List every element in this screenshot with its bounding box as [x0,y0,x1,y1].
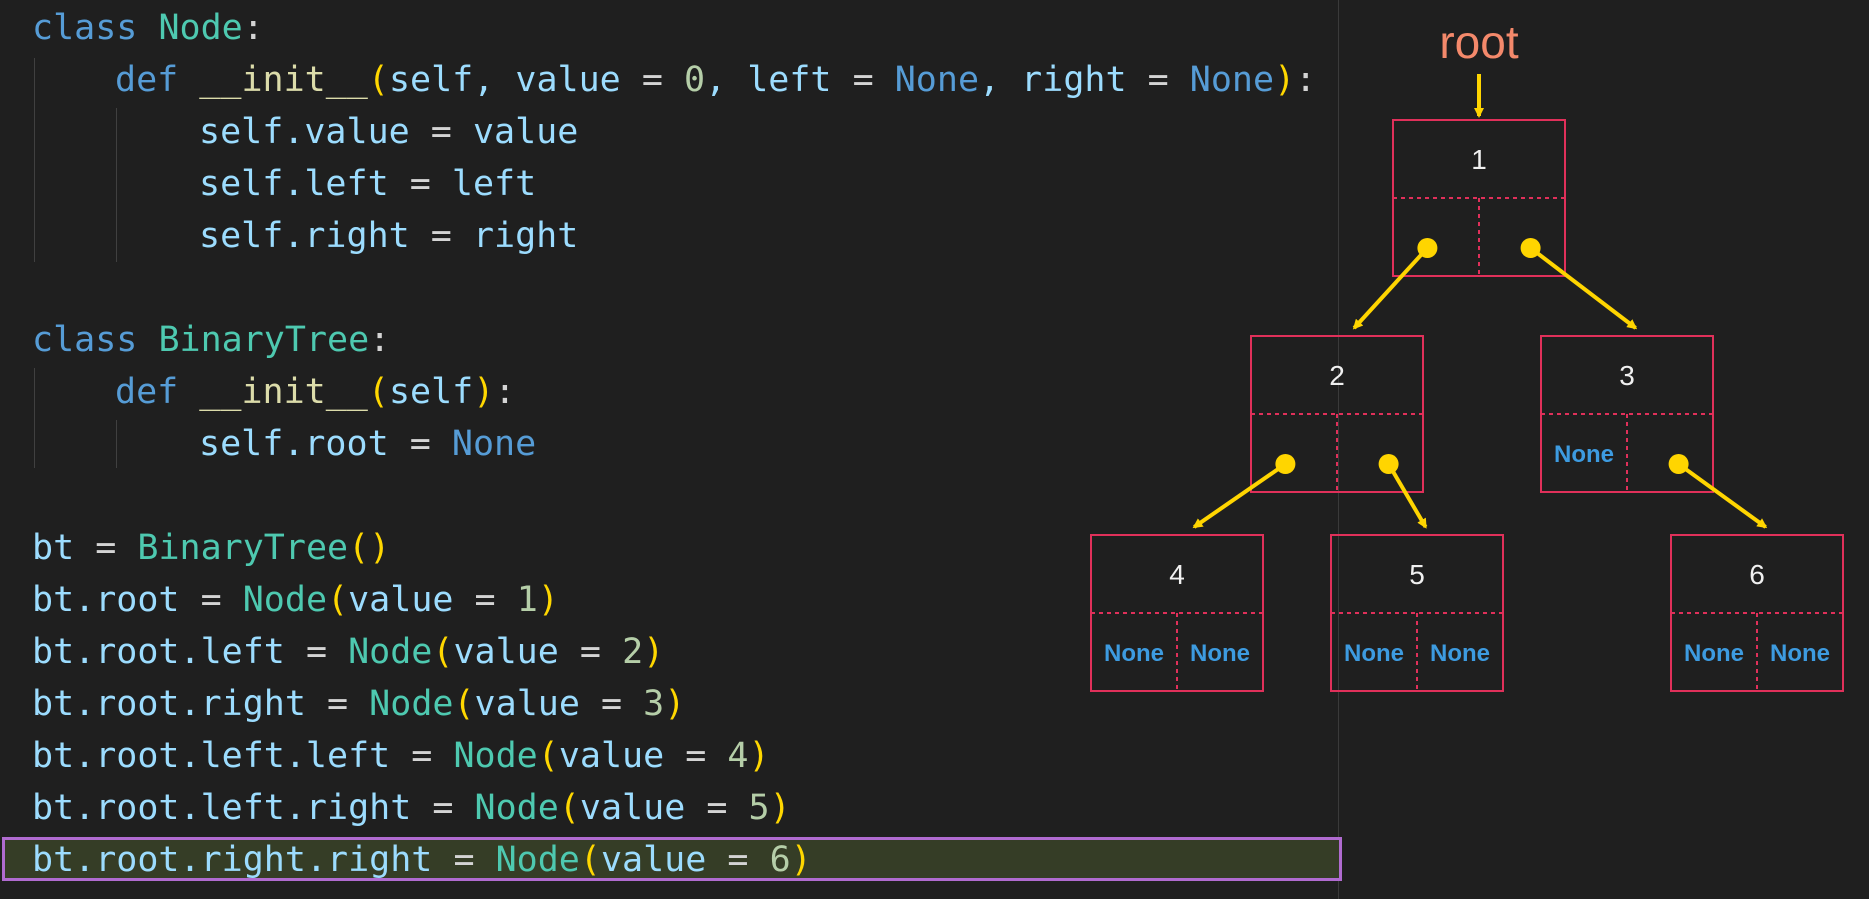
pointer-arrow-right [1677,462,1768,529]
pointer-arrow-left [1352,246,1429,330]
node-value: 4 [1169,559,1185,590]
none-label: None [1554,441,1614,468]
none-label: None [1104,640,1164,667]
node-value: 2 [1329,360,1345,391]
node-value: 5 [1409,559,1425,590]
root-label: root [1439,16,1518,68]
pointer-arrow-right [1529,246,1638,330]
binary-tree-diagram: root 1 2 3 None 4 None None 5 None None 6 None None [1090,16,1844,692]
node-value: 1 [1471,144,1487,175]
none-label: None [1344,640,1404,667]
none-label: None [1430,640,1490,667]
pointer-arrow-left [1192,462,1287,529]
none-label: None [1684,640,1744,667]
none-label: None [1190,640,1250,667]
none-label: None [1770,640,1830,667]
pointer-arrow-right [1386,462,1428,529]
node-value: 3 [1619,360,1635,391]
node-value: 6 [1749,559,1765,590]
